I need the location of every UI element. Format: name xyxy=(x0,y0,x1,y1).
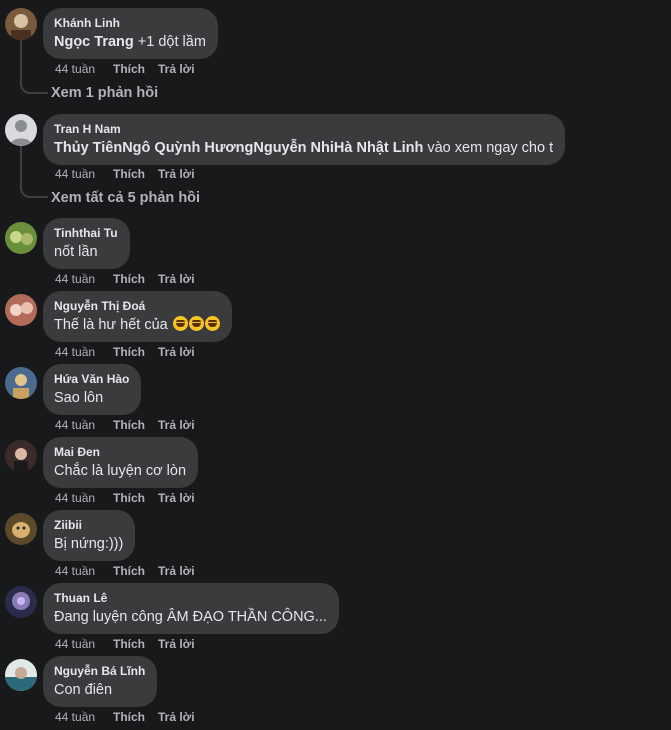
comment-text: Thế là hư hết của xyxy=(54,316,220,335)
comment-actions: 44 tuần Thích Trả lời xyxy=(55,167,195,181)
comment-author[interactable]: Ziibii xyxy=(54,518,123,533)
reply-button[interactable]: Trả lời xyxy=(158,710,195,724)
comment-author[interactable]: Thuan Lê xyxy=(54,591,327,606)
thread-line xyxy=(20,40,22,80)
thread-curve xyxy=(20,184,48,198)
comment-text: Thủy TiênNgô Quỳnh HươngNguyễn NhiHà Nhậ… xyxy=(54,140,554,156)
reply-button[interactable]: Trả lời xyxy=(158,272,195,286)
thread-curve xyxy=(20,80,48,94)
avatar[interactable] xyxy=(5,659,37,691)
avatar[interactable] xyxy=(5,367,37,399)
view-replies-link[interactable]: Xem tất cả 5 phản hồi xyxy=(51,190,200,206)
comment-actions: 44 tuần Thích Trả lời xyxy=(55,62,195,76)
comment-text: Ngọc Trang +1 dột lầm xyxy=(54,34,206,50)
comment-actions: 44 tuần Thích Trả lời xyxy=(55,637,195,651)
like-button[interactable]: Thích xyxy=(113,564,158,578)
avatar[interactable] xyxy=(5,294,37,326)
thread-line xyxy=(20,146,22,184)
comment-time[interactable]: 44 tuần xyxy=(55,418,113,432)
avatar[interactable] xyxy=(5,222,37,254)
reply-button[interactable]: Trả lời xyxy=(158,418,195,432)
reply-button[interactable]: Trả lời xyxy=(158,62,195,76)
comment-time[interactable]: 44 tuần xyxy=(55,272,113,286)
avatar[interactable] xyxy=(5,114,37,146)
comment-time[interactable]: 44 tuần xyxy=(55,62,113,76)
comment-time[interactable]: 44 tuần xyxy=(55,167,113,181)
reply-button[interactable]: Trả lời xyxy=(158,491,195,505)
like-button[interactable]: Thích xyxy=(113,710,158,724)
comment-bubble: Thuan Lê Đang luyện công ÂM ĐẠO THẦN CÔN… xyxy=(43,583,339,634)
comment-bubble: Nguyễn Bá Lĩnh Con điên xyxy=(43,656,158,707)
comment-time[interactable]: 44 tuần xyxy=(55,637,113,651)
comment-bubble: Ziibii Bị nứng:))) xyxy=(43,510,136,561)
comment-bubble: Mai Đen Chắc là luyện cơ lòn xyxy=(43,437,199,488)
comment-bubble: Nguyễn Thị Đoá Thế là hư hết của xyxy=(43,291,232,342)
like-button[interactable]: Thích xyxy=(113,637,158,651)
comment-bubble: Khánh Linh Ngọc Trang +1 dột lầm xyxy=(43,8,218,59)
reply-button[interactable]: Trả lời xyxy=(158,345,195,359)
comment-text: Sao lôn xyxy=(54,390,104,406)
like-button[interactable]: Thích xyxy=(113,62,158,76)
like-button[interactable]: Thích xyxy=(113,167,158,181)
comment-bubble: Hứa Văn Hào Sao lôn xyxy=(43,364,142,415)
comment-bubble: Tran H Nam Thủy TiênNgô Quỳnh HươngNguyễ… xyxy=(43,114,566,165)
comment-text: Bị nứng:))) xyxy=(54,536,124,552)
rofl-emoji-icon xyxy=(188,316,204,331)
avatar[interactable] xyxy=(5,8,37,40)
reply-button[interactable]: Trả lời xyxy=(158,637,195,651)
comment-actions: 44 tuần Thích Trả lời xyxy=(55,564,195,578)
comment-author[interactable]: Tran H Nam xyxy=(54,122,553,137)
comment-time[interactable]: 44 tuần xyxy=(55,345,113,359)
like-button[interactable]: Thích xyxy=(113,418,158,432)
comment-actions: 44 tuần Thích Trả lời xyxy=(55,345,195,359)
comment-author[interactable]: Nguyễn Bá Lĩnh xyxy=(54,664,145,679)
like-button[interactable]: Thích xyxy=(113,272,158,286)
mention-link[interactable]: Ngọc Trang xyxy=(54,34,134,50)
reply-button[interactable]: Trả lời xyxy=(158,564,195,578)
comment-actions: 44 tuần Thích Trả lời xyxy=(55,418,195,432)
avatar[interactable] xyxy=(5,513,37,545)
comment-time[interactable]: 44 tuần xyxy=(55,710,113,724)
like-button[interactable]: Thích xyxy=(113,345,158,359)
comment-text: nốt lần xyxy=(54,244,98,260)
comment-author[interactable]: Khánh Linh xyxy=(54,16,206,31)
reply-button[interactable]: Trả lời xyxy=(158,167,195,181)
comment-author[interactable]: Tinhthai Tu xyxy=(54,226,118,241)
comment-author[interactable]: Mai Đen xyxy=(54,445,186,460)
mention-link[interactable]: Thủy TiênNgô Quỳnh HươngNguyễn NhiHà Nhậ… xyxy=(54,140,423,156)
comment-time[interactable]: 44 tuần xyxy=(55,564,113,578)
comment-time[interactable]: 44 tuần xyxy=(55,491,113,505)
comment-bubble: Tinhthai Tu nốt lần xyxy=(43,218,130,269)
comment-text: Đang luyện công ÂM ĐẠO THẦN CÔNG... xyxy=(54,609,327,625)
comment-author[interactable]: Nguyễn Thị Đoá xyxy=(54,299,220,314)
view-replies-link[interactable]: Xem 1 phản hồi xyxy=(51,85,158,101)
comment-text: Chắc là luyện cơ lòn xyxy=(54,463,187,479)
comment-actions: 44 tuần Thích Trả lời xyxy=(55,491,195,505)
comment-actions: 44 tuần Thích Trả lời xyxy=(55,710,195,724)
comment-actions: 44 tuần Thích Trả lời xyxy=(55,272,195,286)
rofl-emoji-icon xyxy=(172,316,188,331)
avatar[interactable] xyxy=(5,586,37,618)
like-button[interactable]: Thích xyxy=(113,491,158,505)
comment-text: Con điên xyxy=(54,682,113,698)
avatar[interactable] xyxy=(5,440,37,472)
rofl-emoji-icon xyxy=(204,316,220,331)
comment-author[interactable]: Hứa Văn Hào xyxy=(54,372,129,387)
